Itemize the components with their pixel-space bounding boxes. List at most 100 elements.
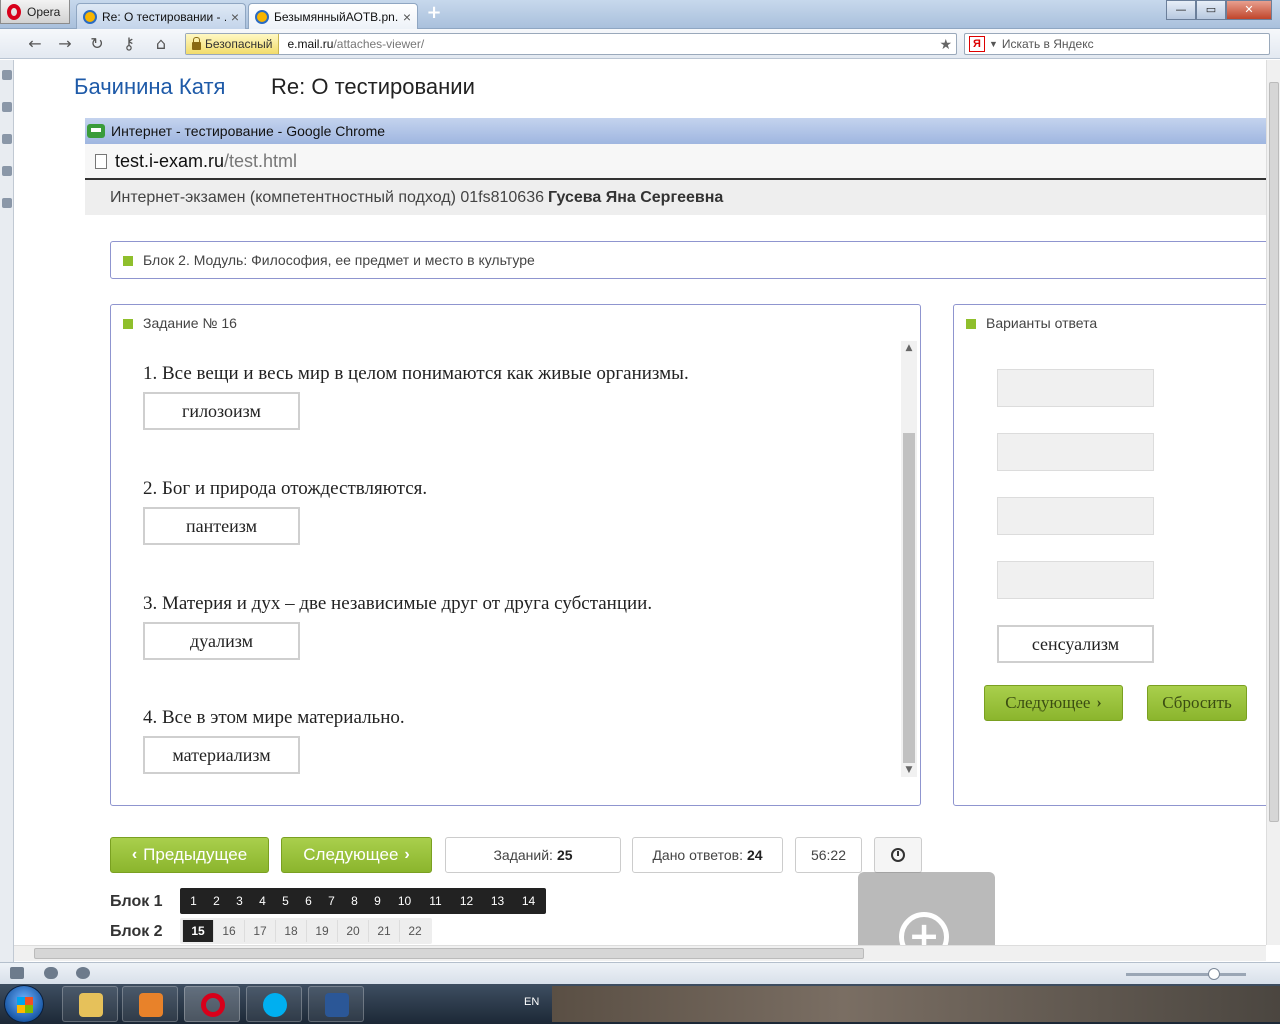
task-number[interactable]: 14 [513,890,544,912]
answered-count-box: Дано ответов: 24 [632,837,783,873]
task-number[interactable]: 2 [205,890,228,912]
tab-mail[interactable]: Re: О тестировании - ... × [76,3,246,29]
security-label: Безопасный [205,37,273,51]
security-badge[interactable]: Безопасный [186,34,280,54]
tab-close-icon[interactable]: × [403,9,411,25]
tasks-label: Заданий: [493,847,553,863]
reload-icon[interactable]: ↻ [86,34,108,54]
task-number[interactable]: 4 [251,890,274,912]
tasks-count-box: Заданий: 25 [445,837,621,873]
opera-logo-icon [7,3,21,20]
panel-icon[interactable] [2,198,12,208]
task-number[interactable]: 10 [389,890,420,912]
scroll-up-icon[interactable]: ▲ [901,343,917,353]
exam-header: Интернет-экзамен (компетентностный подхо… [85,180,1266,215]
taskbar-background [552,986,1280,1022]
viewer-horizontal-scrollbar[interactable] [14,945,1266,961]
scroll-thumb[interactable] [34,948,864,959]
start-button[interactable] [4,985,44,1023]
next-button[interactable]: Следующее › [281,837,432,873]
task-number[interactable]: 3 [228,890,251,912]
tab-title: Re: О тестировании - ... [102,9,226,24]
panel-icon[interactable] [2,70,12,80]
answers-title: Варианты ответа [986,315,1098,331]
block-title: Блок 2. Модуль: Философия, ее предмет и … [143,252,535,268]
search-field[interactable]: Я ▼ Искать в Яндекс [964,33,1270,55]
task-number[interactable]: 6 [297,890,320,912]
panel-icon[interactable] [2,102,12,112]
tab-close-icon[interactable]: × [231,9,239,25]
scroll-thumb[interactable] [903,433,915,763]
answer-drop-slot[interactable]: дуализм [143,622,300,660]
answer-options-box: Варианты ответа сенсуализм Следующее › С… [953,304,1266,806]
answer-option-slot[interactable] [997,433,1154,471]
language-indicator[interactable]: EN [524,996,539,1008]
maximize-button[interactable]: ▭ [1196,0,1226,20]
new-tab-button[interactable]: + [424,4,444,24]
key-icon[interactable]: ⚷ [118,34,140,54]
answer-option-item[interactable]: сенсуализм [997,625,1154,663]
panel-icon[interactable] [2,134,12,144]
task-number[interactable]: 9 [366,890,389,912]
zoom-in-icon[interactable]: + [899,912,949,945]
task-number[interactable]: 20 [337,920,368,942]
task-number[interactable]: 12 [451,890,482,912]
next-answer-button[interactable]: Следующее › [984,685,1123,721]
zoom-in-overlay[interactable]: + [858,872,995,945]
address-field[interactable]: Безопасный e.mail.ru/attaches-viewer/ ★ [185,33,957,55]
scroll-thumb[interactable] [1269,82,1279,822]
yandex-icon[interactable]: Я [969,36,985,52]
chrome-url-domain: test.i-exam.ru [115,150,225,171]
taskbar-media-player[interactable] [122,986,178,1022]
task-number[interactable]: 13 [482,890,513,912]
task-number[interactable]: 19 [306,920,337,942]
speed-dial-icon[interactable] [76,967,90,979]
opera-menu-button[interactable]: Opera [0,0,70,24]
task-number[interactable]: 7 [320,890,343,912]
task-number[interactable]: 16 [213,920,244,942]
taskbar-explorer[interactable] [62,986,118,1022]
reset-label: Сбросить [1162,693,1232,712]
cloud-icon[interactable] [44,967,58,979]
zoom-slider[interactable] [1126,973,1246,976]
task-number[interactable]: 17 [244,920,275,942]
home-icon[interactable]: ⌂ [150,34,172,54]
task-number[interactable]: 21 [368,920,399,942]
minimize-button[interactable]: — [1166,0,1196,20]
forward-arrow-icon[interactable]: → [54,34,76,54]
task-number[interactable]: 22 [399,920,430,942]
zoom-slider-knob[interactable] [1208,968,1220,980]
task-number[interactable]: 8 [343,890,366,912]
answer-drop-slot[interactable]: гилозоизм [143,392,300,430]
bookmark-star-icon[interactable]: ★ [939,36,952,53]
answer-drop-slot[interactable]: материализм [143,736,300,774]
side-panel-strip [0,60,14,965]
task-number-current[interactable]: 15 [182,920,213,942]
panel-toggle-icon[interactable] [10,967,24,979]
previous-button[interactable]: ‹ Предыдущее [110,837,269,873]
taskbar-word[interactable] [308,986,364,1022]
task-scrollbar[interactable]: ▲ ▼ [901,341,917,777]
close-window-button[interactable]: ✕ [1226,0,1272,20]
answer-option-slot[interactable] [997,497,1154,535]
task-number[interactable]: 18 [275,920,306,942]
panel-icon[interactable] [2,166,12,176]
answer-drop-slot[interactable]: пантеизм [143,507,300,545]
search-dropdown-icon[interactable]: ▼ [989,39,998,49]
task-number[interactable]: 11 [420,890,451,912]
tab-image-viewer[interactable]: БезымянныйАОТВ.pn... × [248,3,418,29]
media-player-icon [139,993,163,1017]
taskbar-skype[interactable] [246,986,302,1022]
viewer-vertical-scrollbar[interactable] [1266,60,1280,945]
taskbar-opera[interactable] [184,986,240,1022]
sender-name[interactable]: Бачинина Катя [74,74,225,100]
back-arrow-icon[interactable]: ← [24,34,46,54]
answer-option-slot[interactable] [997,561,1154,599]
timer-toggle-button[interactable] [874,837,922,873]
chevron-right-icon: › [404,846,410,863]
answer-option-slot[interactable] [997,369,1154,407]
task-number[interactable]: 5 [274,890,297,912]
scroll-down-icon[interactable]: ▼ [901,765,917,775]
reset-button[interactable]: Сбросить [1147,685,1247,721]
task-number[interactable]: 1 [182,890,205,912]
